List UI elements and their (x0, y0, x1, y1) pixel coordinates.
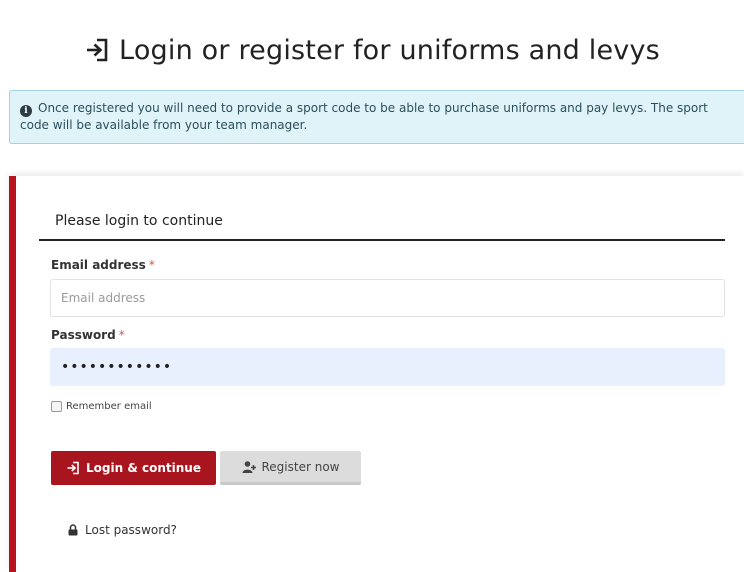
info-circle-icon: i (20, 105, 32, 117)
required-marker: * (148, 258, 155, 272)
email-label: Email address * (51, 258, 155, 272)
info-alert: i Once registered you will need to provid… (9, 90, 744, 144)
user-plus-icon (242, 460, 256, 474)
page-title: Login or register for uniforms and levys (0, 30, 744, 70)
email-field[interactable] (50, 279, 725, 317)
password-label: Password * (51, 328, 125, 342)
email-label-text: Email address (51, 258, 146, 272)
remember-email-checkbox[interactable] (51, 400, 62, 412)
login-button-label: Login & continue (86, 461, 201, 475)
sign-in-icon (84, 37, 110, 63)
register-button-label: Register now (261, 459, 340, 474)
remember-email-label: Remember email (66, 400, 152, 412)
login-button[interactable]: Login & continue (51, 451, 216, 485)
alert-text: Once registered you will need to provide… (20, 101, 708, 132)
password-label-text: Password (51, 328, 116, 342)
lock-icon (68, 524, 78, 536)
lost-password-label: Lost password? (85, 523, 177, 537)
panel-heading: Please login to continue (39, 213, 725, 241)
lost-password-link[interactable]: Lost password? (68, 522, 177, 538)
remember-email-row[interactable]: Remember email (51, 399, 152, 413)
password-field[interactable] (50, 348, 725, 386)
page-title-text: Login or register for uniforms and levys (119, 34, 660, 66)
sign-in-icon (66, 461, 80, 475)
required-marker: * (118, 328, 125, 342)
register-button[interactable]: Register now (220, 451, 361, 485)
